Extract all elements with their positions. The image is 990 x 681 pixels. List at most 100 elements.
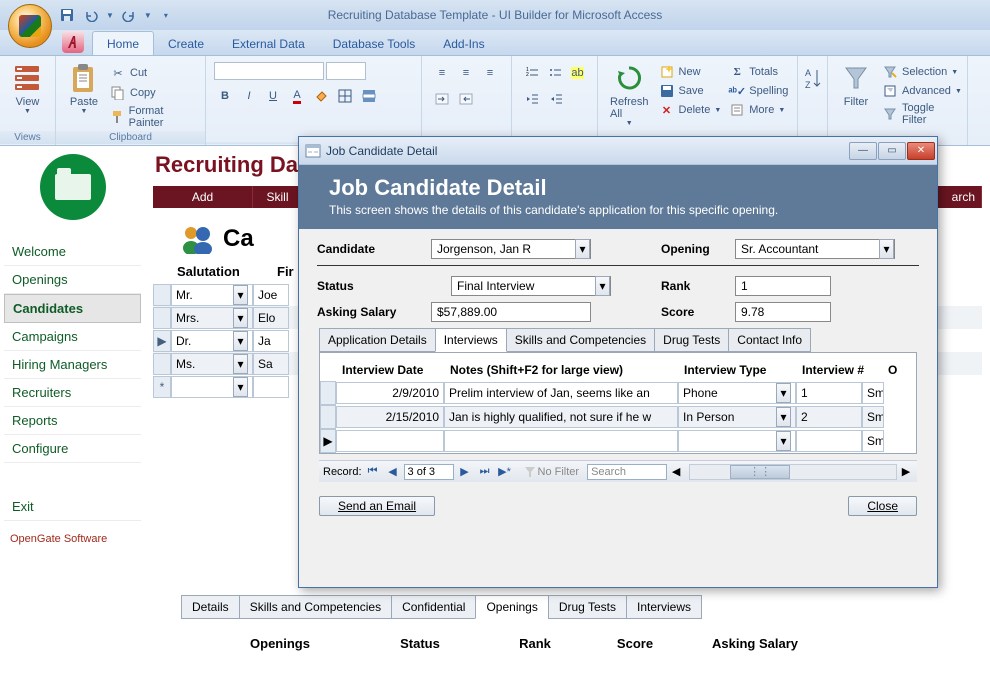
nav-recruiters[interactable]: Recruiters (4, 379, 141, 407)
access-app-icon[interactable] (62, 31, 84, 53)
save-record-button[interactable]: Save (655, 82, 726, 100)
interview-date-cell[interactable]: 2/15/2010 (336, 406, 444, 428)
tab-database-tools[interactable]: Database Tools (319, 32, 430, 55)
rtl-button[interactable] (455, 89, 477, 109)
decrease-indent-button[interactable] (521, 89, 543, 109)
dtab-skills[interactable]: Skills and Competencies (506, 328, 655, 352)
advanced-button[interactable]: Advanced ▼ (878, 82, 966, 100)
firstname-cell[interactable]: Elo (253, 307, 289, 329)
undo-icon[interactable] (82, 6, 100, 24)
fill-color-button[interactable] (310, 86, 332, 106)
close-button[interactable]: Close (848, 496, 917, 516)
refresh-all-button[interactable]: Refresh All ▼ (604, 60, 655, 132)
firstname-cell[interactable]: Sa (253, 353, 289, 375)
interview-o-cell[interactable]: Sm (862, 406, 884, 428)
interview-type-cell[interactable]: In Person▾ (678, 406, 796, 428)
align-center-button[interactable]: ≡ (455, 63, 477, 83)
scroll-right-button[interactable]: ▶ (899, 465, 913, 478)
italic-button[interactable]: I (238, 86, 260, 106)
btab-openings[interactable]: Openings (475, 595, 548, 619)
interview-notes-cell[interactable]: Jan is highly qualified, not sure if he … (444, 406, 678, 428)
increase-indent-button[interactable] (545, 89, 567, 109)
row-selector[interactable]: * (153, 376, 171, 398)
dtab-drug[interactable]: Drug Tests (654, 328, 729, 352)
btab-confidential[interactable]: Confidential (391, 595, 476, 619)
dtab-interviews[interactable]: Interviews (435, 328, 507, 352)
qat-customize-icon[interactable]: ▾ (164, 11, 168, 20)
interview-o-cell[interactable]: Sm (862, 382, 884, 404)
interview-date-cell[interactable]: 2/9/2010 (336, 382, 444, 404)
numbering-button[interactable]: 12 (521, 63, 542, 83)
selection-button[interactable]: Selection ▼ (878, 63, 966, 81)
font-color-button[interactable]: A (286, 86, 308, 106)
highlight-button[interactable]: ab (567, 63, 588, 83)
send-email-button[interactable]: Send an Email (319, 496, 435, 516)
bold-button[interactable]: B (214, 86, 236, 106)
add-action[interactable]: Add (153, 186, 253, 208)
next-record-button[interactable]: ▶ (456, 464, 474, 480)
more-button[interactable]: More ▼ (725, 101, 792, 119)
interview-notes-cell[interactable]: Prelim interview of Jan, seems like an (444, 382, 678, 404)
nav-exit[interactable]: Exit (4, 493, 141, 521)
row-selector[interactable] (153, 307, 171, 329)
interview-o-cell[interactable]: Sm (862, 430, 884, 452)
nav-candidates[interactable]: Candidates (4, 294, 141, 323)
toggle-filter-button[interactable]: Toggle Filter (878, 101, 966, 127)
paste-button[interactable]: Paste ▼ (62, 60, 106, 132)
hscrollbar[interactable]: ⋮⋮ (689, 464, 897, 480)
gridlines-button[interactable] (334, 86, 356, 106)
close-window-button[interactable]: ✕ (907, 142, 935, 160)
row-selector[interactable]: ▶ (320, 429, 336, 453)
tab-add-ins[interactable]: Add-Ins (429, 32, 498, 55)
delete-button[interactable]: ✕Delete ▼ (655, 101, 726, 119)
firstname-cell[interactable] (253, 376, 289, 398)
skill-action[interactable]: Skill (253, 186, 303, 208)
row-selector[interactable]: ▶ (153, 330, 171, 352)
interview-type-cell[interactable]: Phone▾ (678, 382, 796, 404)
status-select[interactable]: Final Interview▾ (451, 276, 611, 296)
underline-button[interactable]: U (262, 86, 284, 106)
tab-home[interactable]: Home (92, 31, 154, 55)
font-combo[interactable] (214, 62, 324, 80)
interview-date-cell[interactable] (336, 430, 444, 452)
fontsize-combo[interactable] (326, 62, 366, 80)
btab-interviews[interactable]: Interviews (626, 595, 702, 619)
dtab-contact[interactable]: Contact Info (728, 328, 811, 352)
salary-input[interactable]: $57,889.00 (431, 302, 591, 322)
nav-welcome[interactable]: Welcome (4, 238, 141, 266)
align-left-button[interactable]: ≡ (431, 63, 453, 83)
nav-hiring-managers[interactable]: Hiring Managers (4, 351, 141, 379)
rank-input[interactable]: 1 (735, 276, 831, 296)
salutation-cell[interactable]: Mr.▾ (171, 284, 253, 306)
align-right-button[interactable]: ≡ (479, 63, 501, 83)
row-selector[interactable] (320, 381, 336, 405)
candidate-select[interactable]: Jorgenson, Jan R▾ (431, 239, 591, 259)
interview-type-cell[interactable]: ▾ (678, 430, 796, 452)
office-button[interactable] (8, 4, 52, 48)
alt-row-button[interactable] (358, 86, 380, 106)
row-selector[interactable] (320, 405, 336, 429)
salutation-cell[interactable]: Ms.▾ (171, 353, 253, 375)
format-painter-button[interactable]: Format Painter (106, 104, 199, 130)
opening-select[interactable]: Sr. Accountant▾ (735, 239, 895, 259)
tab-create[interactable]: Create (154, 32, 218, 55)
minimize-button[interactable]: — (849, 142, 877, 160)
salutation-cell[interactable]: Dr.▾ (171, 330, 253, 352)
record-search[interactable]: Search (587, 464, 667, 480)
nav-campaigns[interactable]: Campaigns (4, 323, 141, 351)
dtab-application[interactable]: Application Details (319, 328, 436, 352)
nav-configure[interactable]: Configure (4, 435, 141, 463)
last-record-button[interactable]: ⏭ (476, 464, 494, 480)
firstname-cell[interactable]: Ja (253, 330, 289, 352)
ltr-button[interactable] (431, 89, 453, 109)
row-selector[interactable] (153, 353, 171, 375)
view-button[interactable]: View ▼ (6, 60, 49, 117)
nav-openings[interactable]: Openings (4, 266, 141, 294)
row-selector[interactable] (153, 284, 171, 306)
new-record-button[interactable]: ▶* (496, 464, 514, 480)
copy-button[interactable]: Copy (106, 84, 199, 102)
first-record-button[interactable]: ⏮ (364, 464, 382, 480)
new-button[interactable]: New (655, 63, 726, 81)
btab-skills[interactable]: Skills and Competencies (239, 595, 392, 619)
totals-button[interactable]: ΣTotals (725, 63, 792, 81)
